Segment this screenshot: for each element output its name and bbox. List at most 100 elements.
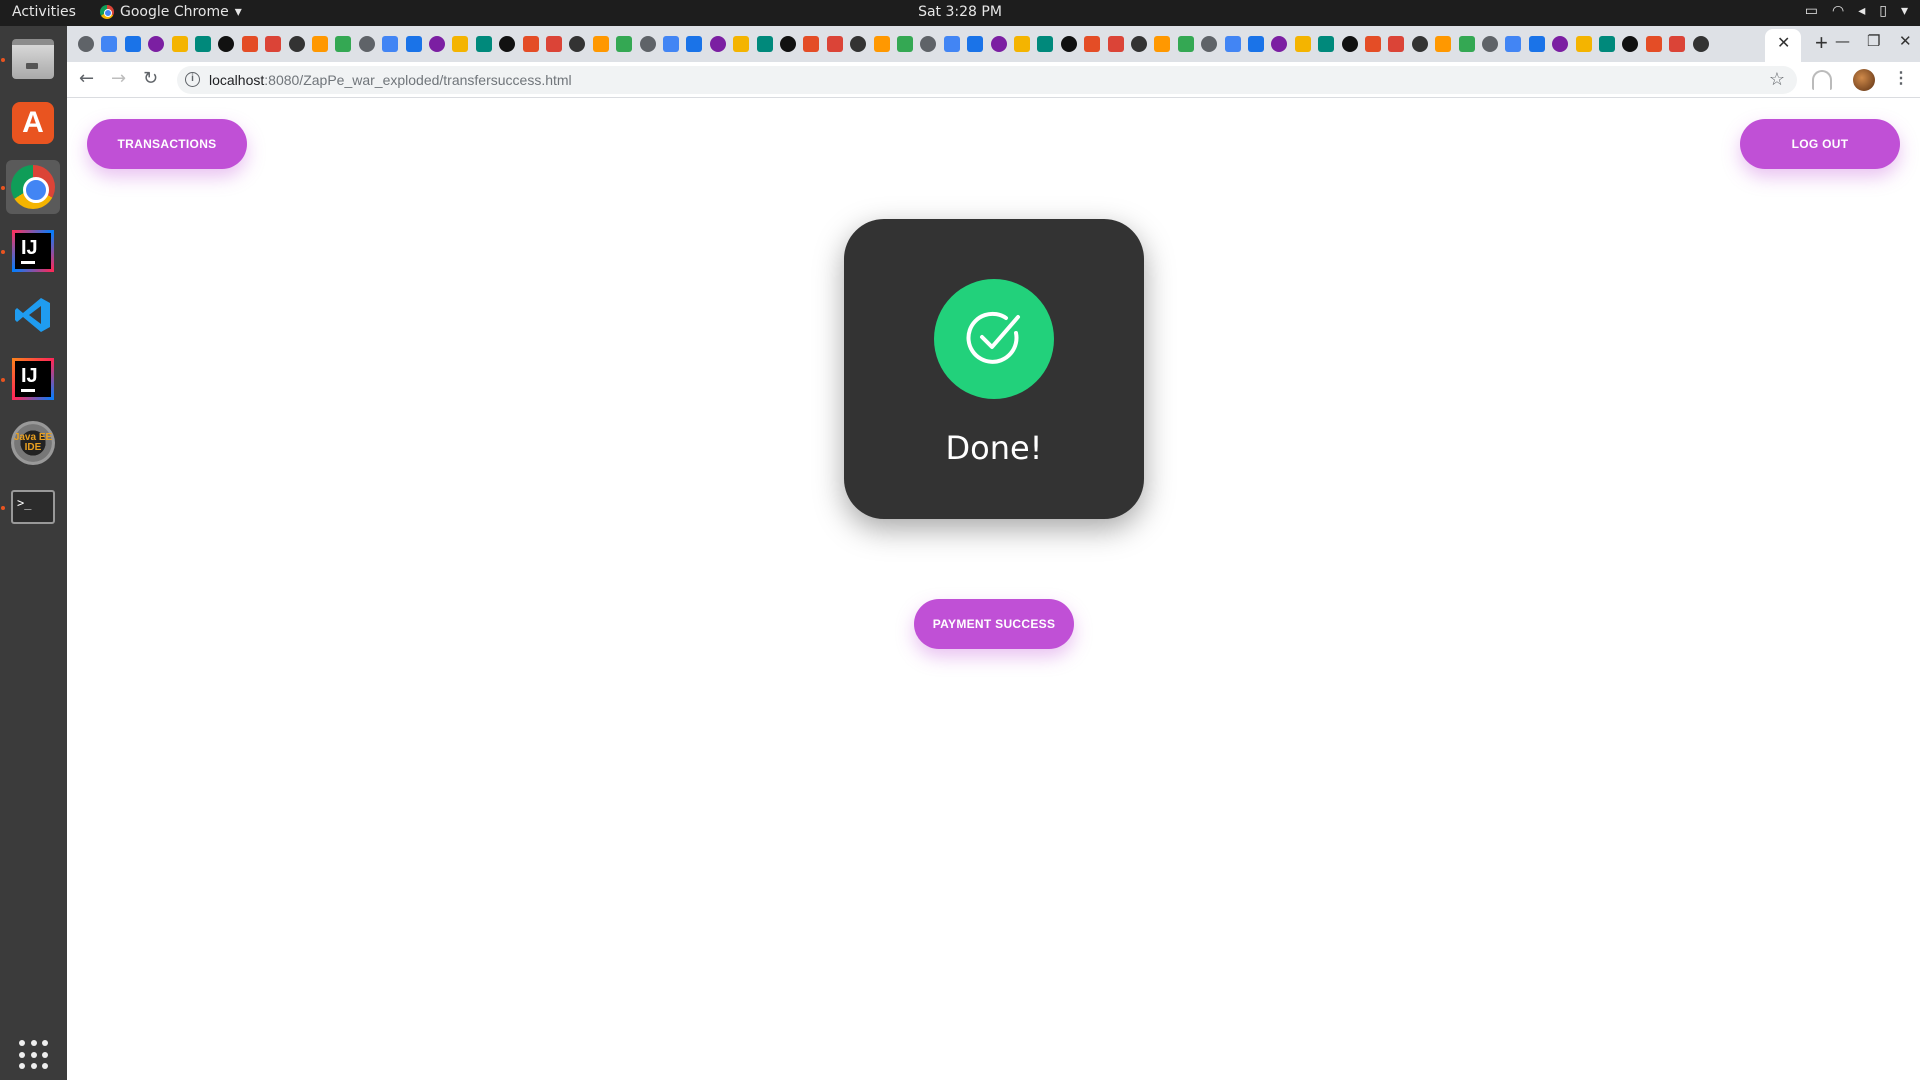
tab-favicon-icon[interactable] bbox=[569, 36, 586, 52]
tab-favicon-icon[interactable] bbox=[335, 36, 352, 52]
tab-favicon-icon[interactable] bbox=[241, 36, 258, 52]
tab-favicon-icon[interactable] bbox=[1388, 36, 1405, 52]
reload-icon[interactable]: ↻ bbox=[143, 68, 158, 89]
back-icon[interactable]: ← bbox=[79, 68, 94, 89]
tab-favicon-icon[interactable] bbox=[1482, 36, 1498, 52]
tab-favicon-icon[interactable] bbox=[663, 36, 679, 52]
tab-favicon-icon[interactable] bbox=[452, 36, 469, 52]
tab-favicon-icon[interactable] bbox=[873, 36, 890, 52]
tab-favicon-icon[interactable] bbox=[1341, 36, 1358, 52]
tab-favicon-icon[interactable] bbox=[709, 36, 726, 52]
tab-favicon-icon[interactable] bbox=[1435, 36, 1452, 52]
tab-favicon-icon[interactable] bbox=[639, 36, 656, 52]
minimize-icon[interactable]: — bbox=[1835, 32, 1850, 50]
tab-favicon-icon[interactable] bbox=[1552, 36, 1569, 52]
system-tray[interactable]: ▭ ◠ ◂ ▯ ▾ bbox=[1805, 3, 1908, 19]
tab-favicon-icon[interactable] bbox=[756, 36, 773, 52]
forward-icon[interactable]: → bbox=[111, 68, 126, 89]
tab-favicon-icon[interactable] bbox=[1692, 36, 1709, 52]
tab-favicon-icon[interactable] bbox=[546, 36, 562, 52]
tab-favicon-icon[interactable] bbox=[1131, 36, 1147, 52]
tab-favicon-icon[interactable] bbox=[499, 36, 516, 52]
tab-favicon-icon[interactable] bbox=[78, 36, 94, 52]
tab-favicon-icon[interactable] bbox=[592, 36, 609, 52]
tab-favicon-icon[interactable] bbox=[1669, 36, 1686, 52]
tab-favicon-icon[interactable] bbox=[522, 36, 539, 52]
more-menu-icon[interactable]: ⋮ bbox=[1893, 68, 1909, 88]
tab-favicon-icon[interactable] bbox=[733, 36, 750, 52]
tab-favicon-icon[interactable] bbox=[1154, 36, 1171, 52]
dock-javaee[interactable]: Java EE IDE bbox=[6, 416, 60, 470]
tab-favicon-icon[interactable] bbox=[967, 36, 984, 52]
address-bar[interactable]: i localhost:8080/ZapPe_war_exploded/tran… bbox=[177, 66, 1797, 94]
tab-favicon-icon[interactable] bbox=[405, 36, 422, 52]
profile-avatar[interactable] bbox=[1853, 69, 1875, 91]
payment-success-button[interactable]: PAYMENT SUCCESS bbox=[914, 599, 1074, 649]
tab-favicon-icon[interactable] bbox=[218, 36, 235, 52]
tab-favicon-icon[interactable] bbox=[1645, 36, 1662, 52]
info-icon[interactable]: i bbox=[185, 72, 200, 87]
tab-favicon-icon[interactable] bbox=[101, 36, 118, 52]
dock-software[interactable]: A bbox=[6, 96, 60, 150]
restore-icon[interactable]: ❐ bbox=[1867, 32, 1880, 50]
app-menu[interactable]: Google Chrome ▾ bbox=[100, 4, 242, 20]
tab-favicon-icon[interactable] bbox=[1201, 36, 1218, 52]
tab-favicon-icon[interactable] bbox=[686, 36, 703, 52]
tab-favicon-icon[interactable] bbox=[803, 36, 820, 52]
tab-favicon-icon[interactable] bbox=[1528, 36, 1545, 52]
tab-favicon-icon[interactable] bbox=[148, 36, 165, 52]
tab-favicon-icon[interactable] bbox=[1318, 36, 1335, 52]
tab-favicon-icon[interactable] bbox=[288, 36, 305, 52]
tab-favicon-icon[interactable] bbox=[780, 36, 796, 52]
tab-favicon-icon[interactable] bbox=[1294, 36, 1311, 52]
tab-favicon-icon[interactable] bbox=[943, 36, 960, 52]
clock[interactable]: Sat 3:28 PM bbox=[0, 4, 1920, 20]
tab-favicon-icon[interactable] bbox=[265, 36, 282, 52]
tab-favicon-icon[interactable] bbox=[1177, 36, 1194, 52]
tab-favicon-icon[interactable] bbox=[1060, 36, 1077, 52]
show-apps-grid-icon[interactable] bbox=[19, 1040, 49, 1070]
dock-terminal[interactable]: >_ bbox=[6, 480, 60, 534]
dock-intellij-ultimate[interactable]: IJ bbox=[6, 352, 60, 406]
logout-button[interactable]: LOG OUT bbox=[1740, 119, 1900, 169]
tab-favicon-icon[interactable] bbox=[1365, 36, 1381, 52]
tab-favicon-icon[interactable] bbox=[897, 36, 913, 52]
tab-favicon-icon[interactable] bbox=[1037, 36, 1054, 52]
tab-favicon-icon[interactable] bbox=[429, 36, 445, 52]
tab-favicon-icon[interactable] bbox=[1505, 36, 1522, 52]
dock-chrome[interactable] bbox=[6, 160, 60, 214]
tab-favicon-icon[interactable] bbox=[1458, 36, 1475, 52]
tab-favicon-icon[interactable] bbox=[312, 36, 328, 52]
transactions-button[interactable]: TRANSACTIONS bbox=[87, 119, 247, 169]
tab-favicon-icon[interactable] bbox=[826, 36, 843, 52]
tab-favicon-icon[interactable] bbox=[920, 36, 937, 52]
tab-favicon-icon[interactable] bbox=[475, 36, 492, 52]
tab-favicon-icon[interactable] bbox=[1014, 36, 1030, 52]
bookmark-star-icon[interactable]: ☆ bbox=[1769, 69, 1785, 90]
tab-favicon-icon[interactable] bbox=[1599, 36, 1615, 52]
tab-favicon-icon[interactable] bbox=[124, 36, 141, 52]
close-window-icon[interactable]: ✕ bbox=[1899, 32, 1912, 50]
tab-favicon-icon[interactable] bbox=[990, 36, 1007, 52]
tab-favicon-icon[interactable] bbox=[1224, 36, 1241, 52]
tab-favicon-icon[interactable] bbox=[1084, 36, 1101, 52]
tab-favicon-icon[interactable] bbox=[1107, 36, 1124, 52]
activities-button[interactable]: Activities bbox=[12, 4, 76, 20]
tab-favicon-icon[interactable] bbox=[1271, 36, 1288, 52]
dock-files[interactable] bbox=[6, 32, 60, 86]
tab-favicon-icon[interactable] bbox=[850, 36, 867, 52]
new-tab-icon[interactable]: + bbox=[1815, 30, 1828, 56]
tab-favicon-icon[interactable] bbox=[171, 36, 188, 52]
tab-favicon-icon[interactable] bbox=[616, 36, 633, 52]
url-text[interactable]: localhost:8080/ZapPe_war_exploded/transf… bbox=[209, 72, 572, 88]
dock-vscode[interactable] bbox=[6, 288, 60, 342]
tab-favicon-icon[interactable] bbox=[1411, 36, 1428, 52]
extension-icon[interactable] bbox=[1812, 70, 1832, 90]
dock-intellij[interactable]: IJ bbox=[6, 224, 60, 278]
tab-favicon-icon[interactable] bbox=[358, 36, 375, 52]
tab-favicon-icon[interactable] bbox=[1622, 36, 1639, 52]
tab-favicon-icon[interactable] bbox=[1575, 36, 1592, 52]
tab-favicon-icon[interactable] bbox=[382, 36, 399, 52]
tab-favicon-icon[interactable] bbox=[195, 36, 211, 52]
close-tab-icon[interactable]: ✕ bbox=[1777, 33, 1790, 53]
